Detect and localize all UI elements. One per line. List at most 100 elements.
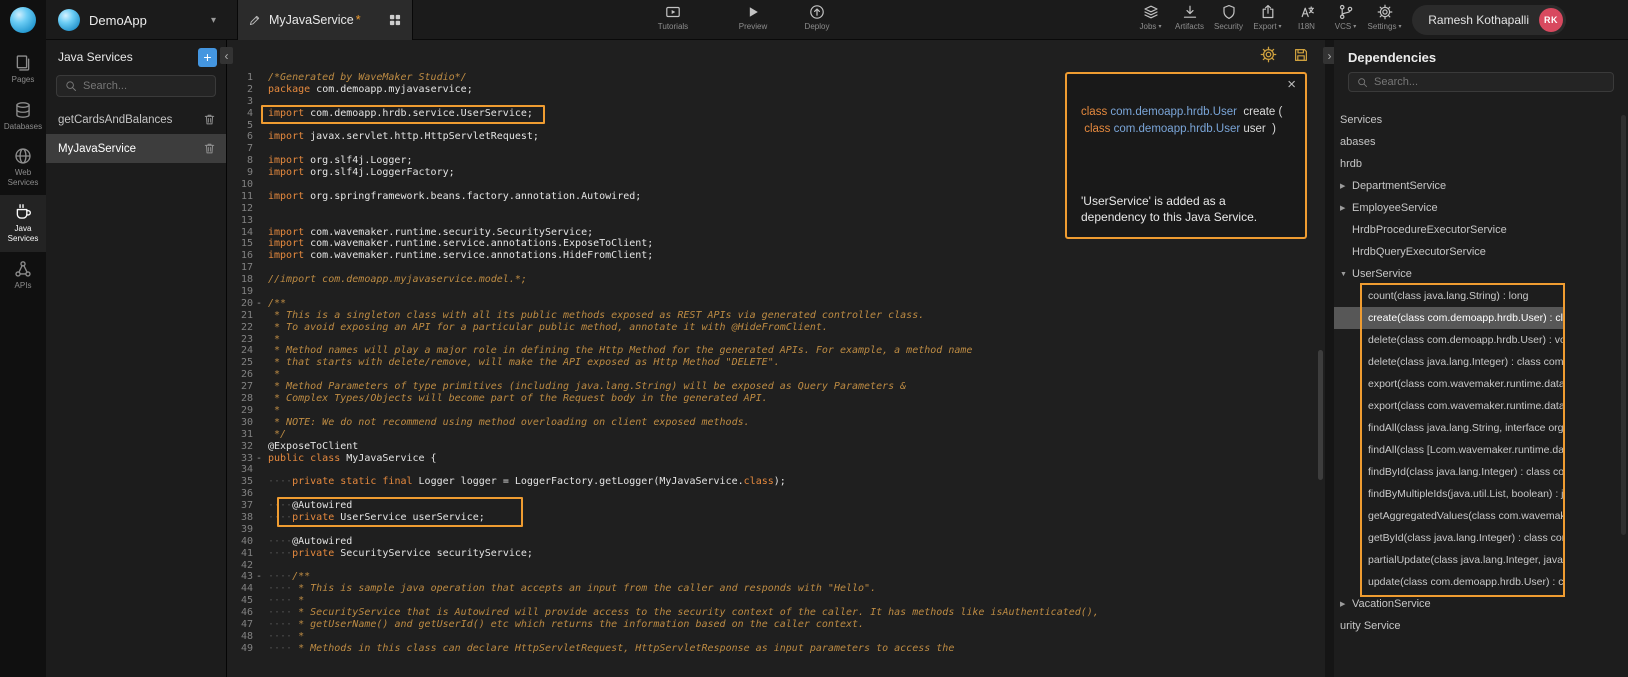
api-icon bbox=[14, 260, 32, 278]
method-item[interactable]: getAggregatedValues(class com.wavemaker.… bbox=[1334, 505, 1565, 527]
line-number: 23 bbox=[241, 334, 253, 345]
dependency-search[interactable] bbox=[1348, 72, 1614, 92]
line-number: 42 bbox=[241, 560, 253, 571]
method-item[interactable]: findAll(class [Lcom.wavemaker.runtime.da… bbox=[1334, 439, 1565, 461]
tree-item-urity-service[interactable]: urity Service bbox=[1334, 615, 1565, 637]
tree-item-userservice[interactable]: ▼UserService bbox=[1334, 263, 1565, 285]
topbar-action-i18n[interactable]: I18N bbox=[1287, 4, 1326, 31]
app-grid-button[interactable] bbox=[388, 13, 402, 27]
tree-item-label: HrdbProcedureExecutorService bbox=[1352, 224, 1507, 236]
tree-item-label: hrdb bbox=[1340, 158, 1362, 170]
method-item[interactable]: export(class com.wavemaker.runtime.data.… bbox=[1334, 373, 1565, 395]
method-item[interactable]: findAll(class java.lang.String, interfac… bbox=[1334, 417, 1565, 439]
code-line: ···· * Methods in this class can declare… bbox=[268, 643, 1323, 655]
sidebar-item-databases[interactable]: Databases bbox=[0, 93, 46, 140]
topbar-action-label: Security bbox=[1214, 22, 1243, 31]
method-item[interactable]: delete(class com.demoapp.hrdb.User) : vo… bbox=[1334, 329, 1565, 351]
tree-item-label: UserService bbox=[1352, 268, 1412, 280]
unsaved-marker: * bbox=[356, 13, 361, 27]
tree-item-employeeservice[interactable]: ▶EmployeeService bbox=[1334, 197, 1565, 219]
method-item[interactable]: count(class java.lang.String) : long bbox=[1334, 285, 1565, 307]
chevron-collapsed-icon[interactable]: ▶ bbox=[1340, 182, 1352, 190]
method-item[interactable]: update(class com.demoapp.hrdb.User) : cl… bbox=[1334, 571, 1565, 593]
topbar-action-label: Deploy bbox=[805, 22, 830, 31]
topbar-action-vcs[interactable]: VCS▾ bbox=[1326, 4, 1365, 31]
service-list-item[interactable]: getCardsAndBalances bbox=[46, 105, 226, 134]
topbar-right-actions: Jobs▾Artifacts Security Export▾I18NVCS▾Set… bbox=[1131, 4, 1404, 31]
method-item[interactable]: findById(class java.lang.Integer) : clas… bbox=[1334, 461, 1565, 483]
line-number: 38 bbox=[241, 512, 253, 523]
fold-marker[interactable]: - bbox=[256, 571, 262, 583]
service-name: MyJavaService bbox=[58, 143, 136, 155]
pages-icon bbox=[14, 54, 32, 72]
dependency-search-input[interactable] bbox=[1374, 76, 1605, 88]
line-number: 7 bbox=[247, 143, 253, 154]
topbar-action-deploy[interactable]: Deploy bbox=[796, 4, 838, 31]
sidebar-item-web-services[interactable]: Web Services bbox=[0, 139, 46, 195]
popup-message: 'UserService' is added as a dependency t… bbox=[1081, 193, 1291, 225]
method-item[interactable]: getById(class java.lang.Integer) : class… bbox=[1334, 527, 1565, 549]
layers-icon bbox=[1143, 4, 1159, 20]
topbar-action-export[interactable]: Export▾ bbox=[1248, 4, 1287, 31]
sidebar-item-pages[interactable]: Pages bbox=[0, 46, 46, 93]
editor-scrollbar[interactable] bbox=[1318, 350, 1323, 480]
database-icon bbox=[14, 101, 32, 119]
sidebar-item-apis[interactable]: APIs bbox=[0, 252, 46, 299]
service-search-input[interactable] bbox=[83, 80, 207, 92]
tree-item-hrdbqueryexecutorservice[interactable]: HrdbQueryExecutorService bbox=[1334, 241, 1565, 263]
project-menu[interactable]: DemoApp ▾ bbox=[46, 0, 228, 40]
method-signature-label: getById(class java.lang.Integer) : class… bbox=[1368, 532, 1565, 544]
code-line: * Method names will play a major role in… bbox=[268, 345, 1323, 357]
line-number: 9 bbox=[247, 167, 253, 178]
wavemaker-logo[interactable] bbox=[0, 0, 46, 40]
method-item[interactable]: findByMultipleIds(java.util.List, boolea… bbox=[1334, 483, 1565, 505]
file-tab-icon bbox=[248, 14, 261, 27]
service-list-item[interactable]: MyJavaService bbox=[46, 134, 226, 163]
avatar: RK bbox=[1539, 8, 1563, 32]
topbar-action-settings[interactable]: Settings▾ bbox=[1365, 4, 1404, 31]
chevron-expanded-icon[interactable]: ▼ bbox=[1340, 271, 1352, 278]
user-menu[interactable]: Ramesh Kothapalli RK bbox=[1412, 5, 1566, 35]
line-number: 16 bbox=[241, 250, 253, 261]
tree-item-hrdb[interactable]: hrdb bbox=[1334, 153, 1565, 175]
wavemaker-studio-window: DemoApp ▾ MyJavaService* TutorialsPrevie… bbox=[0, 0, 1628, 677]
topbar-action-security[interactable]: Security bbox=[1209, 4, 1248, 31]
tree-item-hrdbprocedureexecutorservice[interactable]: HrdbProcedureExecutorService bbox=[1334, 219, 1565, 241]
topbar-action-artifacts[interactable]: Artifacts bbox=[1170, 4, 1209, 31]
code-line: @ExposeToClient bbox=[268, 441, 1323, 453]
chevron-down-icon: ▾ bbox=[1158, 23, 1161, 30]
fold-marker[interactable]: - bbox=[256, 298, 262, 310]
shield-icon bbox=[1221, 4, 1237, 20]
tree-item-services[interactable]: Services bbox=[1334, 109, 1565, 131]
sidebar-item-java-services[interactable]: Java Services bbox=[0, 195, 46, 251]
file-tab-myjavaservice[interactable]: MyJavaService* bbox=[237, 0, 413, 40]
collapse-panel-button[interactable]: ‹ bbox=[220, 47, 233, 64]
method-item[interactable]: delete(class java.lang.Integer) : class … bbox=[1334, 351, 1565, 373]
project-name: DemoApp bbox=[89, 13, 202, 28]
line-number: 19 bbox=[241, 286, 253, 297]
service-search[interactable] bbox=[56, 75, 216, 97]
close-icon[interactable]: × bbox=[1287, 76, 1296, 93]
service-list: getCardsAndBalances MyJavaService bbox=[46, 105, 226, 163]
chevron-collapsed-icon[interactable]: ▶ bbox=[1340, 204, 1352, 212]
add-service-button[interactable]: + bbox=[198, 48, 217, 67]
topbar-action-jobs[interactable]: Jobs▾ bbox=[1131, 4, 1170, 31]
tree-item-vacationservice[interactable]: ▶VacationService bbox=[1334, 593, 1565, 615]
tree-item-departmentservice[interactable]: ▶DepartmentService bbox=[1334, 175, 1565, 197]
method-item[interactable]: partialUpdate(class java.lang.Integer, j… bbox=[1334, 549, 1565, 571]
fold-marker[interactable]: - bbox=[256, 453, 262, 465]
editor-settings-icon[interactable] bbox=[1260, 46, 1277, 63]
code-line: ····@Autowired bbox=[268, 536, 1323, 548]
method-item[interactable]: create(class com.demoapp.hrdb.User) : cl… bbox=[1334, 307, 1565, 329]
save-icon[interactable] bbox=[1293, 46, 1309, 63]
sidebar-item-label: Java Services bbox=[3, 224, 43, 243]
line-number: 14 bbox=[241, 227, 253, 238]
trash-icon[interactable] bbox=[203, 113, 216, 126]
dependencies-scrollbar[interactable] bbox=[1621, 115, 1626, 535]
method-item[interactable]: export(class com.wavemaker.runtime.data.… bbox=[1334, 395, 1565, 417]
topbar-action-preview[interactable]: Preview bbox=[732, 4, 774, 31]
topbar-action-tutorials[interactable]: Tutorials bbox=[652, 4, 694, 31]
trash-icon[interactable] bbox=[203, 142, 216, 155]
chevron-collapsed-icon[interactable]: ▶ bbox=[1340, 600, 1352, 608]
tree-item-abases[interactable]: abases bbox=[1334, 131, 1565, 153]
